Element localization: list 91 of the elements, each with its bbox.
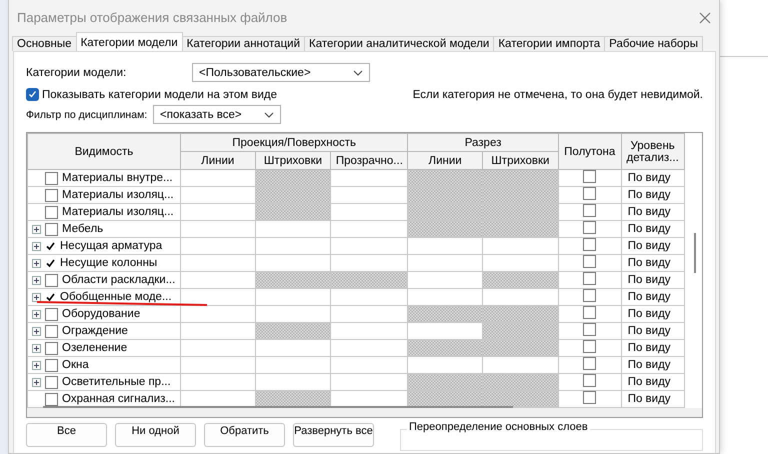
checkbox[interactable] xyxy=(583,392,596,404)
table-cell[interactable]: По виду xyxy=(621,340,684,356)
column-header: Уровень детализ... xyxy=(621,134,684,170)
category-name: Обобщенные моде... xyxy=(60,291,172,303)
group-title: Переопределение основных слоев xyxy=(407,421,590,433)
caret-icon xyxy=(264,112,274,118)
checkbox[interactable] xyxy=(583,238,596,251)
category-name: Осветительные пр... xyxy=(62,376,171,388)
checkbox[interactable] xyxy=(583,170,596,183)
checkbox[interactable] xyxy=(583,306,596,319)
checkbox[interactable] xyxy=(45,172,58,184)
column-header: Штриховки xyxy=(482,152,558,170)
close-icon[interactable] xyxy=(699,12,711,24)
checkbox[interactable] xyxy=(45,188,58,202)
category-name: Окна xyxy=(62,359,89,371)
tab[interactable]: Рабочие наборы xyxy=(604,36,703,51)
check-icon xyxy=(45,240,56,252)
column-header: Линии xyxy=(408,152,482,170)
checkbox[interactable] xyxy=(45,392,58,406)
checkbox-label: Показывать категории модели на этом виде xyxy=(42,88,277,100)
column-header: Штриховки xyxy=(255,152,331,170)
tab[interactable]: Категории аналитической модели xyxy=(304,36,494,51)
category-name: Оборудование xyxy=(62,308,140,320)
column-header: Полутона xyxy=(558,134,622,170)
column-header: Прозрачно... xyxy=(330,152,408,170)
checkbox[interactable] xyxy=(45,274,58,286)
column-header: Линии xyxy=(180,152,256,170)
checkbox[interactable] xyxy=(583,374,596,387)
category-name: Охранная сигнализ... xyxy=(62,393,175,405)
table-cell[interactable]: По виду xyxy=(621,170,684,186)
checkbox[interactable] xyxy=(45,324,58,338)
action-button[interactable]: Обратить xyxy=(204,423,285,447)
categories-dropdown[interactable]: <Пользовательские> xyxy=(192,63,370,82)
checkbox[interactable] xyxy=(45,376,58,388)
table-cell[interactable]: По виду xyxy=(621,272,684,288)
tab[interactable]: Категории импорта xyxy=(493,36,606,51)
checkbox[interactable] xyxy=(45,342,58,354)
checkbox[interactable] xyxy=(26,88,39,101)
caret-icon xyxy=(353,70,363,76)
action-button[interactable]: Ни одной xyxy=(115,423,196,447)
checkbox[interactable] xyxy=(583,188,596,200)
checkbox[interactable] xyxy=(583,290,596,302)
category-name: Ограждение xyxy=(62,325,128,337)
discipline-dropdown[interactable]: <показать все> xyxy=(153,105,281,124)
category-name: Озеленение xyxy=(62,342,128,354)
checkbox[interactable] xyxy=(583,222,596,234)
checkbox[interactable] xyxy=(583,256,596,268)
category-name: Области раскладки... xyxy=(62,274,176,286)
checkbox[interactable] xyxy=(45,358,58,372)
checkbox[interactable] xyxy=(583,204,596,217)
category-name: Материалы внутре... xyxy=(62,172,173,184)
checkbox[interactable] xyxy=(583,324,596,336)
check-icon xyxy=(45,292,56,302)
table-cell[interactable]: По виду xyxy=(621,356,684,374)
table-cell[interactable]: По виду xyxy=(621,220,684,238)
hint-text: Если категория не отмечена, то она будет невидимой. xyxy=(412,88,703,100)
column-header: Видимость xyxy=(28,134,180,170)
category-name: Мебель xyxy=(62,223,104,235)
table-cell[interactable]: По виду xyxy=(621,238,684,254)
category-name: Материалы изоляц... xyxy=(62,189,174,201)
action-button[interactable]: Все xyxy=(26,423,107,447)
checkbox[interactable] xyxy=(583,272,596,285)
horizontal-scrollbar[interactable] xyxy=(43,406,513,408)
checkbox[interactable] xyxy=(583,358,596,370)
checkbox[interactable] xyxy=(45,308,58,320)
table-cell[interactable]: По виду xyxy=(621,288,684,306)
tab[interactable]: Основные xyxy=(12,36,77,51)
table-cell[interactable]: По виду xyxy=(621,322,684,340)
table-cell[interactable]: По виду xyxy=(621,254,684,272)
table-cell[interactable]: По виду xyxy=(621,204,684,220)
table-cell[interactable]: По виду xyxy=(621,306,684,322)
category-name: Несущая арматура xyxy=(60,240,162,252)
field-label: Фильтр по дисциплинам: xyxy=(26,108,148,120)
field-label: Категории модели: xyxy=(26,66,128,78)
tab[interactable]: Категории модели xyxy=(76,32,183,51)
check-icon xyxy=(45,258,56,268)
table-cell[interactable]: По виду xyxy=(621,374,684,390)
action-button[interactable]: Развернуть все xyxy=(293,423,374,447)
checkbox[interactable] xyxy=(45,222,58,236)
checkbox[interactable] xyxy=(583,340,596,353)
checkbox[interactable] xyxy=(45,206,58,218)
column-header: Разрез xyxy=(408,134,558,152)
table-cell[interactable]: По виду xyxy=(621,186,684,204)
table-cell[interactable]: По виду xyxy=(621,390,684,408)
vertical-scrollbar[interactable] xyxy=(694,233,696,273)
tab[interactable]: Категории аннотаций xyxy=(182,36,306,51)
category-name: Материалы изоляц... xyxy=(62,206,174,218)
column-header: Проекция/Поверхность xyxy=(180,134,408,152)
check-icon xyxy=(28,90,37,99)
window-title: Параметры отображения связанных файлов xyxy=(17,10,288,25)
category-name: Несущие колонны xyxy=(60,257,158,269)
